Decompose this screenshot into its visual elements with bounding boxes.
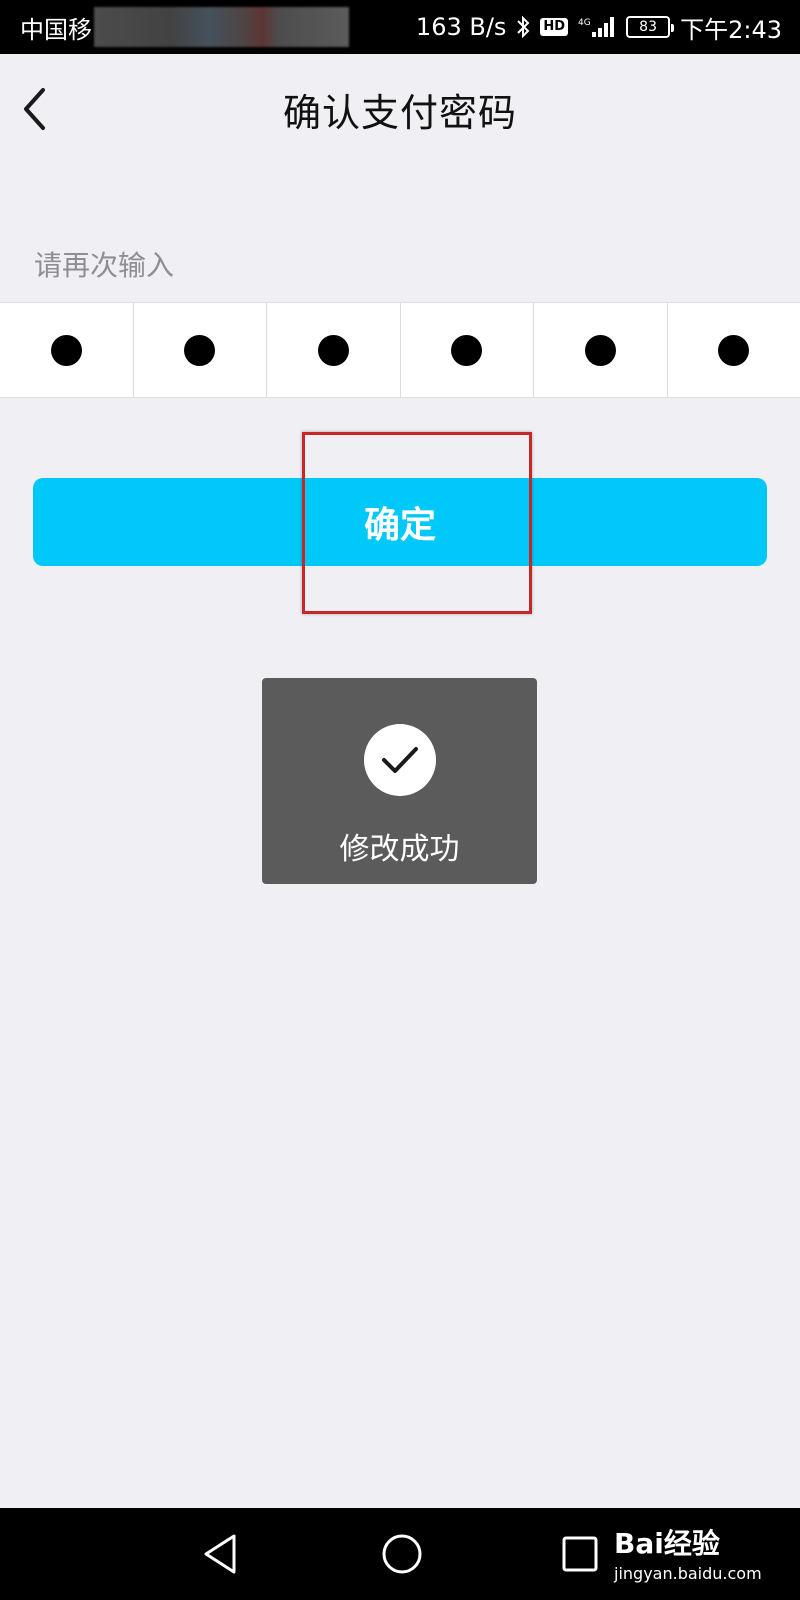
system-nav-bar: Bai经验 jingyan.baidu.com [0, 1508, 800, 1600]
redacted-area [94, 7, 349, 47]
battery-indicator: 83 [626, 16, 675, 38]
square-recent-icon [562, 1536, 598, 1572]
password-dot [50, 334, 82, 366]
password-digit-box [267, 303, 401, 397]
password-digit-box [668, 303, 800, 397]
signal-icon: 4G [578, 15, 616, 39]
password-digit-box [134, 303, 267, 397]
chevron-left-icon [24, 88, 45, 130]
bluetooth-icon [516, 15, 530, 39]
carrier-name: 中国移 [20, 15, 92, 44]
triangle-back-icon [204, 1534, 236, 1574]
password-digit-box [401, 303, 534, 397]
checkmark-icon [363, 724, 436, 796]
header: 确认支付密码 [0, 54, 800, 164]
network-speed: 163 B/s [415, 13, 507, 41]
back-button[interactable] [14, 84, 54, 134]
confirm-button[interactable]: 确定 [33, 478, 767, 566]
password-dot [718, 334, 750, 366]
status-bar: 中国移 163 B/s HD 4G 83 下午2:43 [0, 0, 800, 54]
page-title: 确认支付密码 [282, 90, 517, 135]
password-dot [184, 334, 216, 366]
password-dot [317, 334, 349, 366]
watermark-logo: Bai经验 [614, 1527, 720, 1560]
status-right: 163 B/s HD 4G 83 下午2:43 [416, 10, 782, 45]
screen: 中国移 163 B/s HD 4G 83 下午2:43 确认支付密码 请再次输入… [0, 0, 800, 1600]
hd-badge: HD [540, 18, 569, 36]
baidu-jingyan-watermark: Bai经验 jingyan.baidu.com [614, 1522, 762, 1583]
svg-text:4G: 4G [578, 18, 591, 28]
password-digit-box [534, 303, 668, 397]
nav-home-button[interactable] [380, 1532, 424, 1580]
password-digit-box [0, 303, 134, 397]
nav-recent-button[interactable] [560, 1534, 600, 1578]
reenter-prompt: 请再次输入 [34, 249, 175, 282]
clock: 下午2:43 [680, 15, 782, 44]
status-left: 中国移 [20, 7, 349, 47]
success-toast: 修改成功 [262, 678, 537, 884]
password-input[interactable] [0, 302, 800, 398]
password-dot [451, 334, 483, 366]
password-dot [584, 334, 616, 366]
watermark-url: jingyan.baidu.com [614, 1564, 762, 1583]
circle-home-icon [382, 1534, 422, 1574]
toast-message: 修改成功 [339, 832, 460, 867]
nav-back-button[interactable] [200, 1532, 240, 1580]
